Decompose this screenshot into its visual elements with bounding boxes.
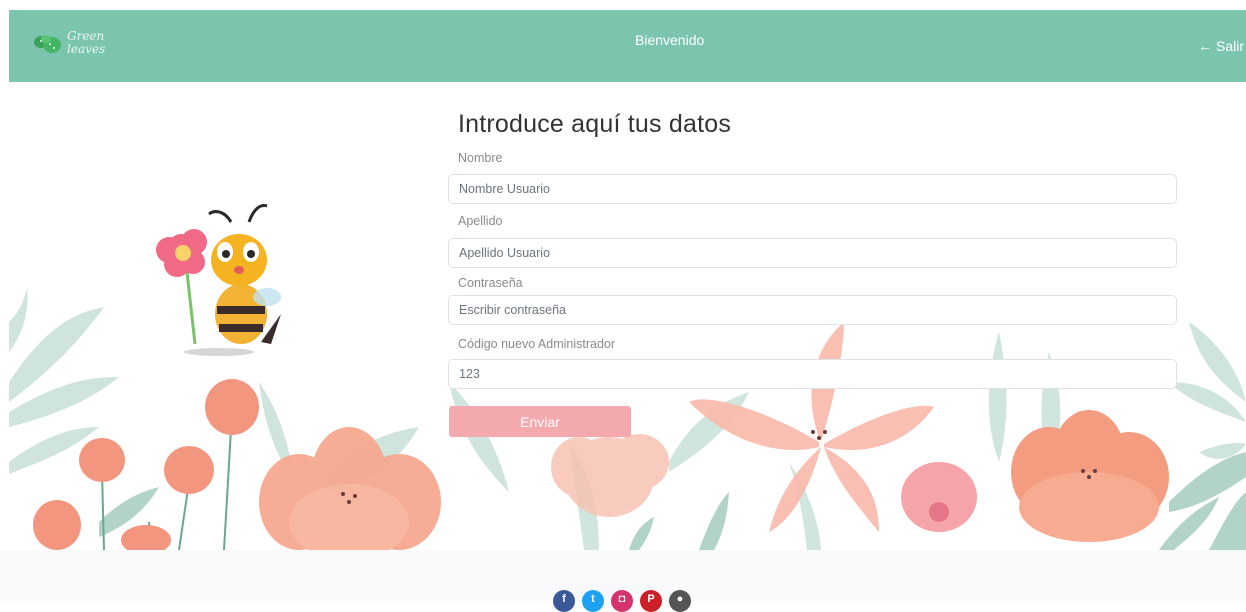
last-name-label: Apellido: [458, 214, 503, 228]
last-name-input[interactable]: Apellido Usuario: [448, 238, 1177, 268]
logout-link[interactable]: ← Salir: [1198, 38, 1244, 54]
pinterest-icon[interactable]: P: [640, 590, 662, 612]
password-label: Contraseña: [458, 276, 523, 290]
submit-button[interactable]: Enviar: [449, 406, 631, 437]
github-icon[interactable]: ●: [669, 590, 691, 612]
brand-name: Green leaves: [67, 29, 106, 56]
social-links: f t ◘ P ●: [553, 590, 691, 612]
cactus-logo-icon: [34, 35, 61, 53]
twitter-icon[interactable]: t: [582, 590, 604, 612]
first-name-input[interactable]: Nombre Usuario: [448, 174, 1177, 204]
facebook-icon[interactable]: f: [553, 590, 575, 612]
admin-code-input[interactable]: 123: [448, 359, 1177, 389]
instagram-icon[interactable]: ◘: [611, 590, 633, 612]
first-name-label: Nombre: [458, 151, 503, 165]
bee-mascot: [156, 204, 281, 356]
admin-code-label: Código nuevo Administrador: [458, 337, 616, 351]
page-title: Bienvenido: [635, 32, 705, 48]
brand-logo[interactable]: Green leaves: [33, 28, 123, 64]
form-title: Introduce aquí tus datos: [458, 110, 732, 138]
password-input[interactable]: Escribir contraseña: [448, 295, 1177, 325]
top-navbar: Green leaves Bienvenido ← Salir: [9, 10, 1246, 82]
